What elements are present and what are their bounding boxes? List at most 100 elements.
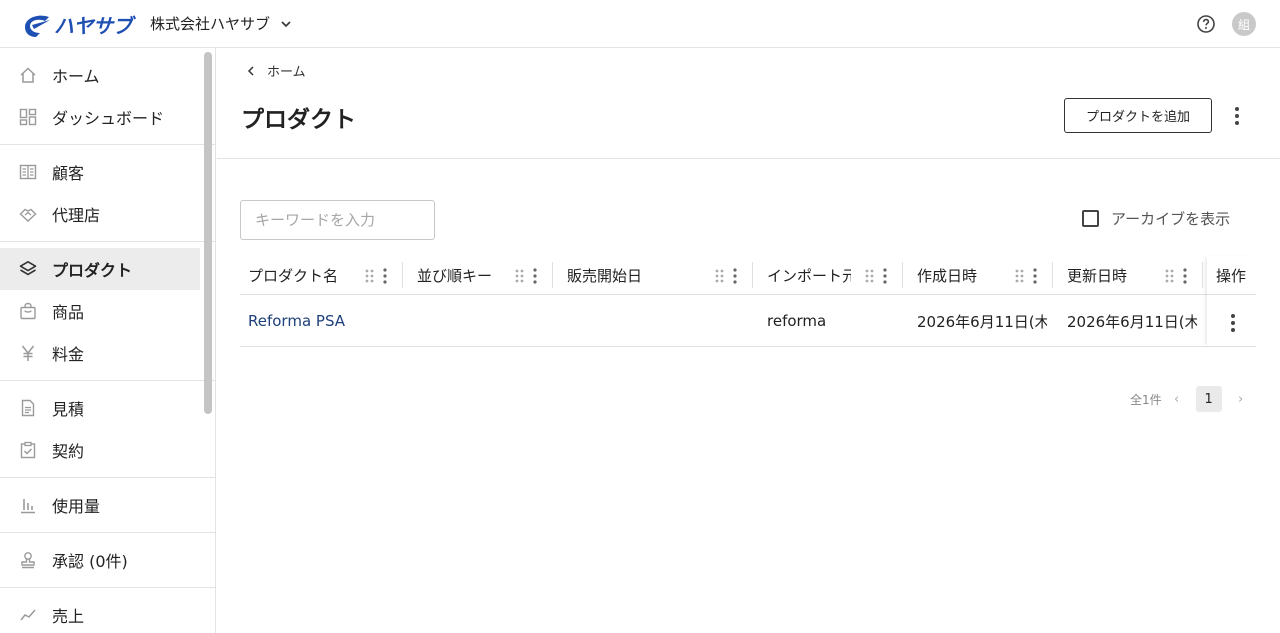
sidebar-item-pricing[interactable]: 料金 xyxy=(0,332,200,374)
nav-group: 見積 契約 xyxy=(0,381,215,478)
next-page-icon[interactable]: › xyxy=(1234,392,1248,407)
company-name: 株式会社ハヤサブ xyxy=(150,15,271,33)
clipboard-check-icon xyxy=(18,440,38,460)
sidebar-item-sales[interactable]: 売上 xyxy=(0,594,200,633)
handshake-icon xyxy=(18,204,38,224)
column-label: プロダクト名 xyxy=(248,266,339,285)
column-menu-icon[interactable] xyxy=(383,268,387,284)
sidebar-item-approvals[interactable]: 承認 (0件) xyxy=(0,539,200,581)
column-resizer[interactable] xyxy=(1202,262,1203,288)
main-content: ホーム プロダクト プロダクトを追加 アーカイブを表示 プロダクト名 並び順キー… xyxy=(217,48,1280,633)
column-menu-icon[interactable] xyxy=(533,268,537,284)
yen-icon xyxy=(18,343,38,363)
nav-group: ホーム ダッシュボード xyxy=(0,48,215,145)
drag-handle-icon[interactable] xyxy=(515,269,525,283)
column-label: 販売開始日 xyxy=(567,266,643,285)
company-switcher[interactable]: 株式会社ハヤサブ xyxy=(150,13,292,34)
dashboard-icon xyxy=(18,107,38,127)
sidebar-item-label: 契約 xyxy=(52,442,85,461)
nav-group: 使用量 xyxy=(0,478,215,533)
sidebar-item-label: 売上 xyxy=(52,607,85,626)
total-count: 全1件 xyxy=(1130,392,1162,407)
archive-checkbox[interactable] xyxy=(1082,210,1099,227)
header-divider xyxy=(217,158,1280,159)
column-label: インポート元 xyxy=(767,266,851,285)
sidebar: ホーム ダッシュボード 顧客 代理店 プロダクト 商品 料金 見積 契約 使用量… xyxy=(0,48,216,633)
sidebar-item-agencies[interactable]: 代理店 xyxy=(0,193,200,235)
bar-chart-icon xyxy=(18,495,38,515)
user-avatar[interactable]: 組 xyxy=(1232,12,1256,36)
sidebar-item-label: ダッシュボード xyxy=(52,109,165,128)
column-header[interactable]: 販売開始日 xyxy=(553,256,753,294)
brand-logo[interactable]: ハヤサブ xyxy=(22,10,133,39)
breadcrumb[interactable]: ホーム xyxy=(245,61,306,80)
column-header[interactable]: インポート元 xyxy=(753,256,903,294)
sidebar-item-label: ホーム xyxy=(52,67,100,86)
stamp-icon xyxy=(18,550,38,570)
column-header[interactable]: 更新日時 xyxy=(1053,256,1203,294)
sidebar-item-home[interactable]: ホーム xyxy=(0,54,200,96)
home-icon xyxy=(18,65,38,85)
help-icon[interactable] xyxy=(1196,14,1216,34)
table-header: プロダクト名 並び順キー 販売開始日 インポート元 作成日時 更新日時 操作 xyxy=(240,256,1256,295)
search-input[interactable] xyxy=(240,200,435,240)
sidebar-item-products[interactable]: プロダクト xyxy=(0,248,200,290)
breadcrumb-home[interactable]: ホーム xyxy=(267,61,306,80)
logo-text: ハヤサブ xyxy=(54,16,133,38)
sidebar-item-usage[interactable]: 使用量 xyxy=(0,484,200,526)
drag-handle-icon[interactable] xyxy=(1165,269,1175,283)
scrollbar-thumb[interactable] xyxy=(204,52,212,414)
row-more-icon[interactable] xyxy=(1227,312,1239,334)
customer-icon xyxy=(18,162,38,182)
sidebar-item-label: 顧客 xyxy=(52,164,85,183)
sidebar-item-label: 見積 xyxy=(52,400,85,419)
chevron-left-icon xyxy=(247,65,254,76)
product-name-link[interactable]: Reforma PSA xyxy=(248,295,398,347)
sidebar-item-label: 料金 xyxy=(52,345,85,364)
column-menu-icon[interactable] xyxy=(1033,268,1037,284)
drag-handle-icon[interactable] xyxy=(365,269,375,283)
drag-handle-icon[interactable] xyxy=(715,269,725,283)
column-menu-icon[interactable] xyxy=(1183,268,1187,284)
sidebar-scrollbar[interactable] xyxy=(200,48,215,633)
column-label: 更新日時 xyxy=(1067,266,1128,285)
table-cell xyxy=(567,295,747,347)
table-cell xyxy=(417,295,547,347)
add-product-button[interactable]: プロダクトを追加 xyxy=(1064,98,1212,133)
sidebar-item-items[interactable]: 商品 xyxy=(0,290,200,332)
column-header[interactable]: プロダクト名 xyxy=(240,256,403,294)
more-vert-icon[interactable] xyxy=(1229,104,1245,128)
column-label: 並び順キー xyxy=(417,266,493,285)
column-menu-icon[interactable] xyxy=(883,268,887,284)
nav-group: 顧客 代理店 xyxy=(0,145,215,242)
column-label: 作成日時 xyxy=(917,266,978,285)
column-header[interactable]: 作成日時 xyxy=(903,256,1053,294)
sidebar-item-customers[interactable]: 顧客 xyxy=(0,151,200,193)
logo-mark-icon xyxy=(25,15,50,37)
column-header[interactable]: 並び順キー xyxy=(403,256,553,294)
chart-icon xyxy=(18,605,38,625)
table-cell: reforma xyxy=(767,312,827,330)
nav-group: プロダクト 商品 料金 xyxy=(0,242,215,381)
products-table: プロダクト名 並び順キー 販売開始日 インポート元 作成日時 更新日時 操作 R… xyxy=(240,256,1256,347)
table-cell: 2026年6月11日(木) xyxy=(1067,312,1197,331)
pagination: 全1件 ‹ 1 › xyxy=(1130,386,1256,412)
archive-toggle[interactable]: アーカイブを表示 xyxy=(1082,208,1230,229)
sidebar-item-label: 使用量 xyxy=(52,497,101,516)
drag-handle-icon[interactable] xyxy=(1015,269,1025,283)
bag-icon xyxy=(18,301,38,321)
table-cell: 2026年6月11日(木) xyxy=(917,312,1047,331)
top-header: ハヤサブ 株式会社ハヤサブ 組 xyxy=(0,0,1280,48)
sidebar-item-label: 承認 (0件) xyxy=(52,552,128,571)
column-menu-icon[interactable] xyxy=(733,268,737,284)
sidebar-item-dashboard[interactable]: ダッシュボード xyxy=(0,96,200,138)
table-row[interactable]: Reforma PSA reforma 2026年6月11日(木) 2026年6… xyxy=(240,295,1256,347)
prev-page-icon[interactable]: ‹ xyxy=(1170,392,1184,407)
sidebar-item-quotes[interactable]: 見積 xyxy=(0,387,200,429)
sidebar-item-contracts[interactable]: 契約 xyxy=(0,429,200,471)
layers-icon xyxy=(18,259,38,279)
drag-handle-icon[interactable] xyxy=(865,269,875,283)
document-icon xyxy=(18,398,38,418)
page-button[interactable]: 1 xyxy=(1195,386,1222,412)
nav-group: 承認 (0件) xyxy=(0,533,215,588)
